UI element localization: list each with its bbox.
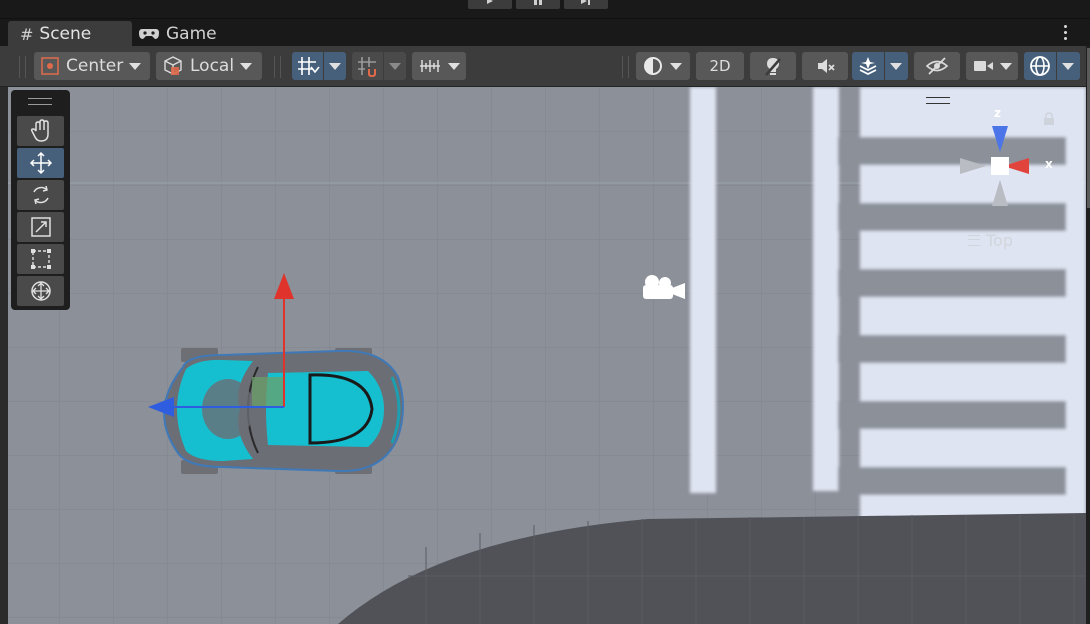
hidden-objects-toggle[interactable] xyxy=(914,52,960,80)
gizmo-z-cone xyxy=(992,126,1008,152)
gizmo-x-label: x xyxy=(1045,157,1053,171)
light-bulb-off-icon xyxy=(765,58,781,76)
tab-scene[interactable]: # Scene xyxy=(8,21,132,47)
toolbar-grip[interactable] xyxy=(274,56,281,78)
lock-icon[interactable] xyxy=(1043,112,1055,126)
scale-icon xyxy=(30,217,51,237)
transform-tool-button[interactable] xyxy=(17,276,64,306)
rect-tool-button[interactable] xyxy=(17,244,64,274)
play-icon xyxy=(487,0,493,4)
pause-button[interactable] xyxy=(516,0,560,9)
magnet-snap-icon xyxy=(352,52,383,80)
chevron-down-icon xyxy=(389,62,402,70)
tab-game-label: Game xyxy=(166,24,217,44)
grid-snap-menu[interactable] xyxy=(323,52,346,80)
chevron-down-icon xyxy=(890,62,902,70)
left-panel-edge xyxy=(0,87,8,624)
transform-combined-icon xyxy=(30,281,51,301)
toggle-2d-label: 2D xyxy=(709,57,731,75)
gizmo-neg-y-cone xyxy=(992,180,1008,206)
pivot-rotation-dropdown[interactable]: Local xyxy=(156,52,262,80)
pivot-mode-dropdown[interactable]: Center xyxy=(34,52,150,80)
pause-icon xyxy=(534,0,542,5)
pivot-mode-label: Center xyxy=(66,56,124,76)
globe-gizmo-icon xyxy=(1024,52,1056,80)
ruler-snap-dropdown[interactable] xyxy=(412,52,466,80)
increment-snap-menu[interactable] xyxy=(383,52,406,80)
move-tool-button[interactable] xyxy=(17,148,64,178)
shading-mode-dropdown[interactable] xyxy=(636,52,690,80)
chevron-down-icon xyxy=(448,62,460,70)
view-label[interactable]: Top xyxy=(968,231,1013,250)
tab-game[interactable]: Game xyxy=(126,21,250,47)
hand-icon xyxy=(30,119,49,142)
effects-layers-icon xyxy=(852,52,884,80)
tab-scene-label: Scene xyxy=(39,24,92,44)
chevron-down-icon xyxy=(240,62,253,70)
chevron-down-icon xyxy=(1062,62,1074,70)
hand-tool-button[interactable] xyxy=(17,116,64,146)
ruler-icon xyxy=(420,60,440,72)
gizmo-neg-x-cone xyxy=(960,158,986,174)
toggle-2d-button[interactable]: 2D xyxy=(696,52,744,80)
rect-transform-icon xyxy=(30,249,51,269)
eye-slash-icon xyxy=(925,57,949,75)
gizmos-menu[interactable] xyxy=(1056,52,1079,80)
view-label-text: Top xyxy=(986,231,1013,250)
step-icon xyxy=(581,0,590,5)
move-arrows-icon xyxy=(29,151,52,175)
scale-tool-button[interactable] xyxy=(17,212,64,242)
menu-lines-icon xyxy=(968,235,980,246)
gizmo-z-label: z xyxy=(994,106,1001,120)
chevron-down-icon xyxy=(329,62,342,70)
lighting-toggle[interactable] xyxy=(750,52,796,80)
effects-toggle[interactable] xyxy=(852,52,908,80)
gamepad-icon xyxy=(139,29,159,39)
scene-toolbar: Center Local 2D xyxy=(0,46,1090,87)
camera-settings-dropdown[interactable] xyxy=(966,52,1018,80)
shaded-sphere-icon xyxy=(644,57,662,75)
gizmo-center-cube xyxy=(991,157,1009,175)
grid-snap-icon xyxy=(292,52,323,80)
step-button[interactable] xyxy=(564,0,608,9)
local-cube-icon xyxy=(164,56,182,75)
audio-toggle[interactable] xyxy=(802,52,848,80)
video-camera-icon xyxy=(974,61,993,71)
rotate-tool-button[interactable] xyxy=(17,180,64,210)
scene-render xyxy=(8,87,1086,624)
play-controls-strip xyxy=(0,0,1090,18)
toolbar-grip[interactable] xyxy=(19,56,26,78)
more-options-icon[interactable] xyxy=(1064,25,1068,43)
speaker-mute-icon xyxy=(818,59,835,73)
chevron-down-icon xyxy=(1000,62,1012,70)
play-button[interactable] xyxy=(468,0,512,9)
tools-panel-grip[interactable] xyxy=(28,98,52,105)
grid-snap-toggle[interactable] xyxy=(292,52,346,80)
tab-bar: # Scene Game xyxy=(0,18,1090,47)
scene-viewport[interactable] xyxy=(8,87,1086,624)
gizmos-toggle[interactable] xyxy=(1024,52,1080,80)
toolbar-grip[interactable] xyxy=(622,56,629,78)
increment-snap-toggle[interactable] xyxy=(352,52,406,80)
chevron-down-icon xyxy=(129,62,142,70)
effects-menu[interactable] xyxy=(884,52,907,80)
chevron-down-icon xyxy=(670,62,682,70)
grid-hash-icon: # xyxy=(20,24,34,44)
rotate-icon xyxy=(32,185,49,205)
pivot-center-icon xyxy=(41,57,59,75)
scene-tools-panel xyxy=(11,90,70,310)
pivot-rotation-label: Local xyxy=(190,56,235,76)
